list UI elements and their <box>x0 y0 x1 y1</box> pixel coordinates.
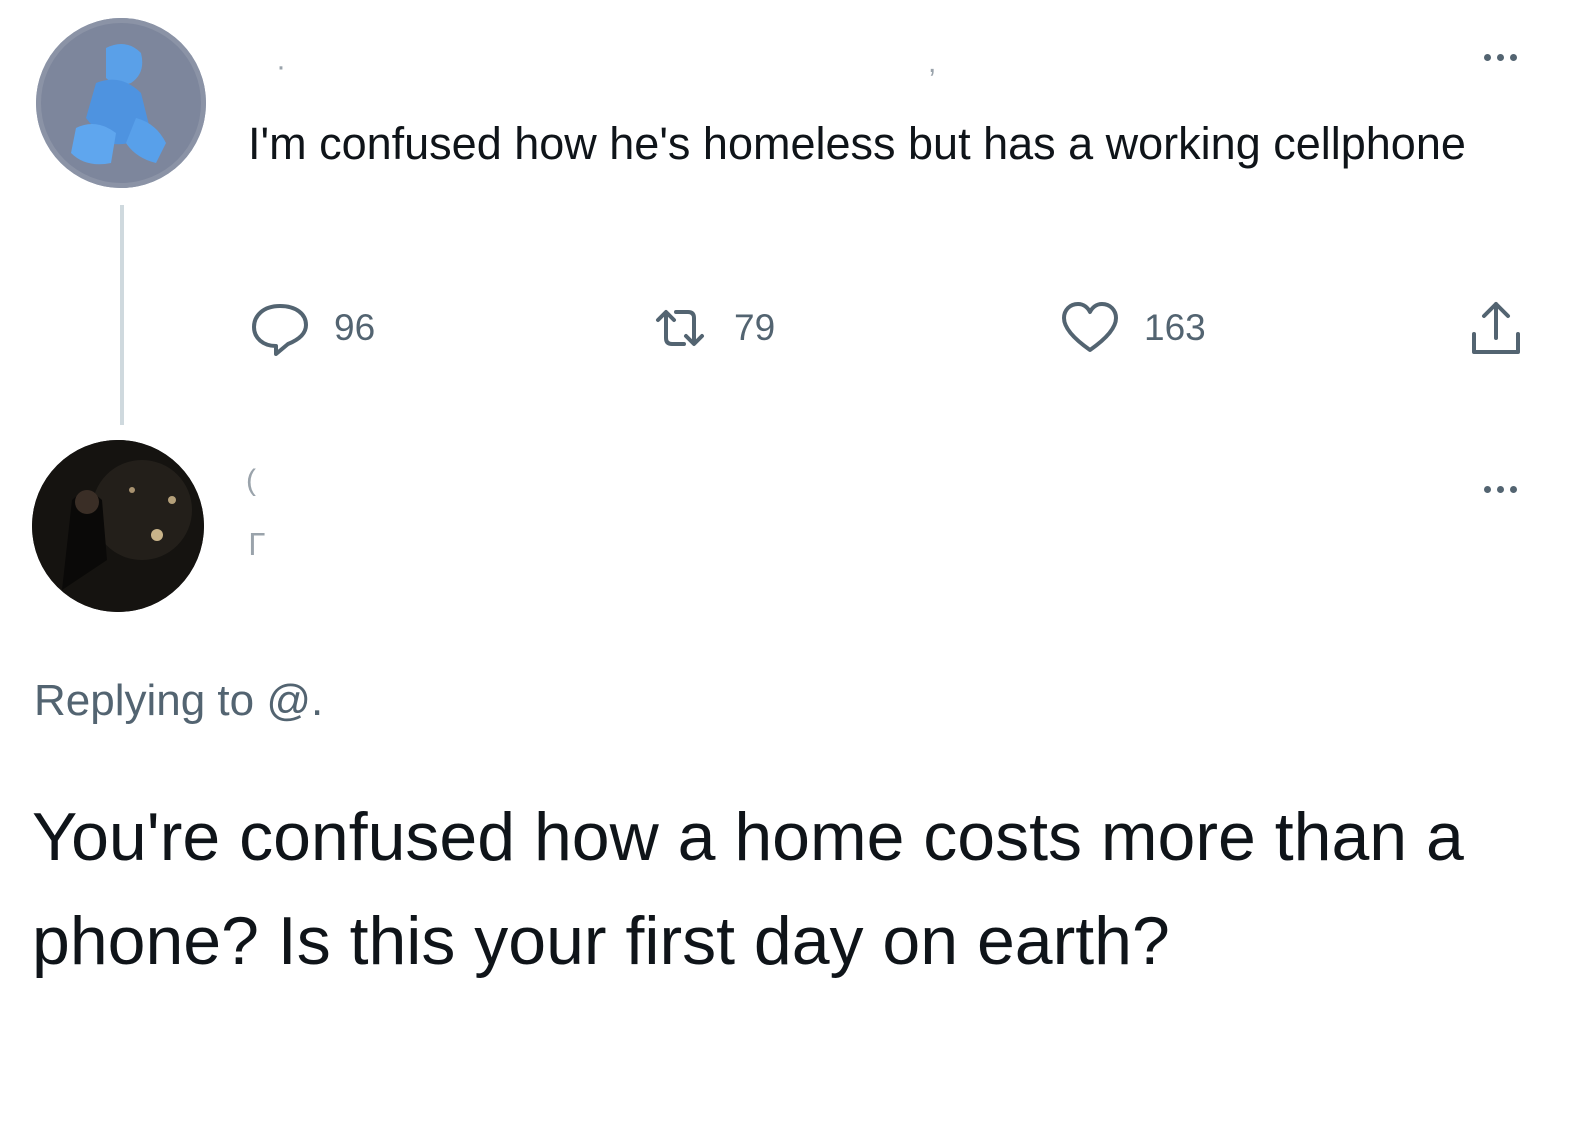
reply-button[interactable]: 96 <box>248 296 375 360</box>
more-horizontal-icon[interactable] <box>1484 54 1517 61</box>
retweet-icon <box>656 310 704 346</box>
like-count: 163 <box>1144 307 1206 348</box>
tweet-text: I'm confused how he's homeless but has a… <box>248 118 1466 169</box>
handle-redacted: , <box>928 46 937 79</box>
tweet-text: You're confused how a home costs more th… <box>32 799 1464 979</box>
tweet-actions: 96 79 163 <box>248 296 1548 360</box>
display-name-redacted: ( <box>246 464 256 497</box>
avatar-image <box>36 18 206 188</box>
avatar[interactable] <box>36 18 206 188</box>
thread-line <box>120 205 124 425</box>
reply-count: 96 <box>334 307 376 348</box>
more-horizontal-icon[interactable] <box>1484 486 1517 493</box>
like-button[interactable]: 163 <box>1058 296 1206 360</box>
avatar[interactable] <box>32 440 204 612</box>
retweet-count: 79 <box>734 307 776 348</box>
replying-to[interactable]: Replying to @. <box>34 676 323 726</box>
reply-bubble-icon <box>252 304 308 356</box>
avatar-image <box>32 440 204 612</box>
share-icon <box>1472 302 1520 354</box>
share-button[interactable] <box>1464 296 1528 360</box>
handle-redacted: ᒥ <box>248 529 265 562</box>
heart-icon <box>1062 302 1118 352</box>
display-name-redacted: · <box>276 50 286 83</box>
retweet-button[interactable]: 79 <box>648 296 775 360</box>
